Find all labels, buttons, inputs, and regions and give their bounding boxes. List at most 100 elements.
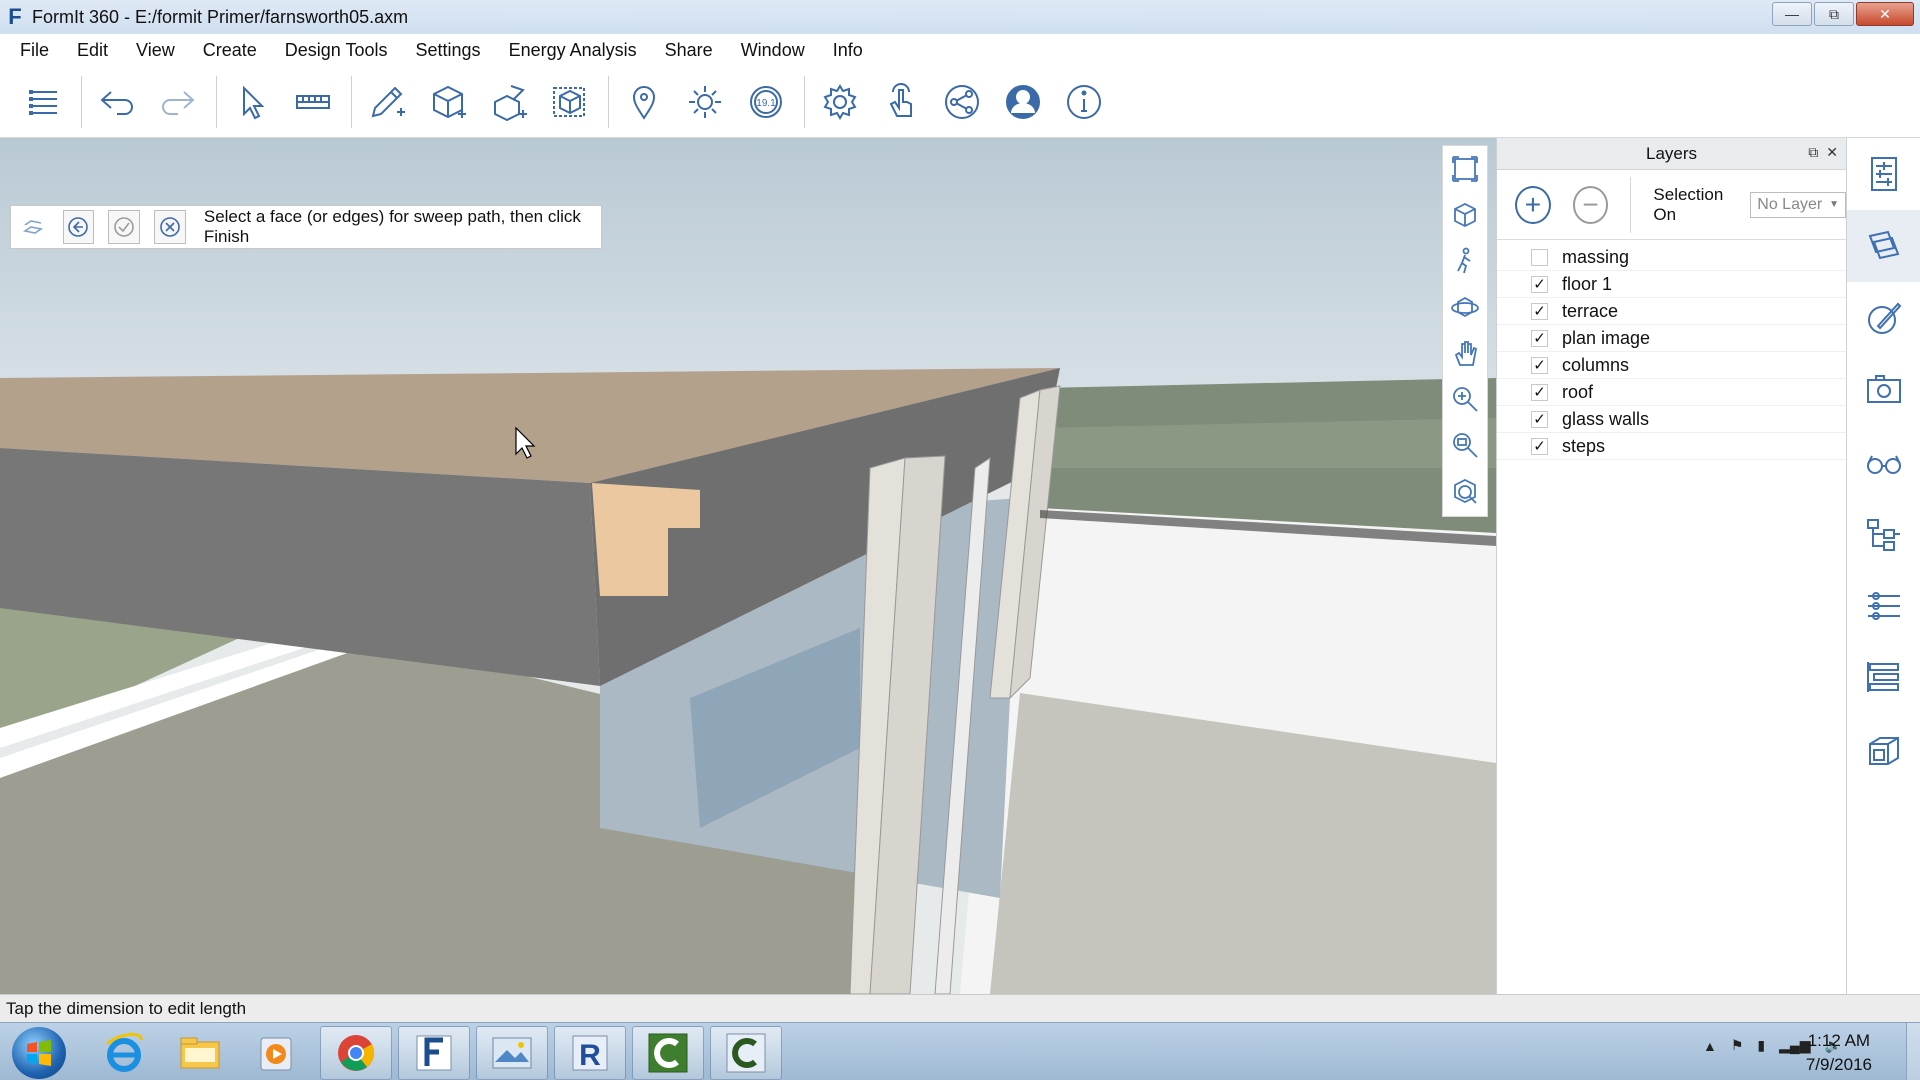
layer-row[interactable]: ✓ glass walls <box>1497 406 1846 433</box>
undock-icon[interactable]: ⧉ <box>1808 144 1818 161</box>
layers-panel-button[interactable] <box>1847 210 1920 282</box>
menu-energy-analysis[interactable]: Energy Analysis <box>495 40 651 61</box>
layer-visibility-checkbox[interactable]: ✓ <box>1531 356 1548 374</box>
layer-visibility-checkbox[interactable]: ✓ <box>1531 383 1548 401</box>
perspective-button[interactable] <box>1445 192 1485 238</box>
taskbar-ie[interactable] <box>88 1026 160 1080</box>
layer-name: roof <box>1562 381 1594 402</box>
layer-visibility-checkbox[interactable]: ✓ <box>1531 329 1548 347</box>
layer-row[interactable]: ✓ floor 1 <box>1497 271 1846 298</box>
close-panel-icon[interactable]: ✕ <box>1826 144 1838 161</box>
info-button[interactable] <box>1055 73 1113 131</box>
levels-panel-button[interactable] <box>1847 570 1920 642</box>
redo-button[interactable] <box>149 73 207 131</box>
pan-button[interactable] <box>1445 330 1485 376</box>
layer-row[interactable]: ✓ terrace <box>1497 298 1846 325</box>
zoom-window-button[interactable] <box>1445 422 1485 468</box>
layer-row[interactable]: massing <box>1497 244 1846 271</box>
group-button[interactable] <box>541 73 599 131</box>
zoom-button[interactable] <box>1445 376 1485 422</box>
system-clock[interactable]: 1:12 AM 7/9/2016 <box>1806 1029 1872 1077</box>
undo-button[interactable] <box>88 73 146 131</box>
menu-window[interactable]: Window <box>727 40 819 61</box>
finish-button[interactable] <box>108 210 141 244</box>
version-badge-button[interactable]: 19.1 <box>737 73 795 131</box>
walk-button[interactable] <box>1445 238 1485 284</box>
materials-panel-button[interactable] <box>1847 282 1920 354</box>
taskbar-chrome[interactable] <box>320 1026 392 1080</box>
taskbar-camtasia-recorder[interactable] <box>710 1026 782 1080</box>
restore-button[interactable]: ⧉ <box>1814 2 1854 26</box>
sun-button[interactable] <box>676 73 734 131</box>
tray-expand-icon[interactable]: ▲ <box>1703 1038 1717 1054</box>
back-icon <box>68 217 89 237</box>
layer-visibility-checkbox[interactable]: ✓ <box>1531 302 1548 320</box>
tape-measure-button[interactable] <box>284 73 342 131</box>
taskbar-revit[interactable]: R <box>554 1026 626 1080</box>
remove-layer-button[interactable]: − <box>1572 185 1609 224</box>
orbit-icon <box>1451 296 1479 318</box>
taskbar-explorer[interactable] <box>164 1026 236 1080</box>
layer-visibility-checkbox[interactable]: ✓ <box>1531 437 1548 455</box>
layer-name: columns <box>1562 354 1630 375</box>
select-button[interactable] <box>223 73 281 131</box>
gesture-icon <box>889 82 912 117</box>
layer-row[interactable]: ✓ steps <box>1497 433 1846 460</box>
action-center-icon[interactable]: ⚑ <box>1731 1037 1744 1054</box>
close-button[interactable]: ✕ <box>1856 2 1914 26</box>
sketch-button[interactable] <box>358 73 416 131</box>
share-button[interactable] <box>933 73 991 131</box>
toolbar-divider <box>804 75 805 128</box>
scenes-panel-button[interactable] <box>1847 354 1920 426</box>
visual-styles-panel-button[interactable] <box>1847 426 1920 498</box>
settings-button[interactable] <box>811 73 869 131</box>
layer-row[interactable]: ✓ columns <box>1497 352 1846 379</box>
layer-visibility-checkbox[interactable]: ✓ <box>1531 410 1548 428</box>
menu-file[interactable]: File <box>6 40 63 61</box>
hierarchy-panel-button[interactable] <box>1847 498 1920 570</box>
orbit-button[interactable] <box>1445 284 1485 330</box>
minimize-button[interactable]: — <box>1772 2 1812 26</box>
menu-design-tools[interactable]: Design Tools <box>271 40 402 61</box>
toolbar-divider <box>608 75 609 128</box>
back-button[interactable] <box>62 210 95 244</box>
start-button[interactable] <box>12 1027 66 1079</box>
taskbar-media[interactable] <box>240 1026 312 1080</box>
taskbar-photo-viewer[interactable] <box>476 1026 548 1080</box>
menu-button[interactable] <box>14 73 72 131</box>
menu-info[interactable]: Info <box>819 40 877 61</box>
taskbar-formit[interactable] <box>398 1026 470 1080</box>
add-layer-button[interactable]: + <box>1515 185 1551 224</box>
menu-view[interactable]: View <box>122 40 189 61</box>
model-viewport[interactable] <box>0 138 1496 994</box>
view-cube-button[interactable] <box>1445 468 1485 514</box>
zoom-extents-button[interactable] <box>1445 146 1485 192</box>
sweep-button[interactable] <box>17 210 49 244</box>
cube-add-button[interactable] <box>419 73 477 131</box>
content-library-panel-button[interactable] <box>1847 714 1920 786</box>
properties-panel-button[interactable] <box>1847 138 1920 210</box>
layer-row[interactable]: ✓ roof <box>1497 379 1846 406</box>
cancel-button[interactable] <box>154 210 186 244</box>
groups-panel-button[interactable] <box>1847 642 1920 714</box>
minus-icon: − <box>1582 188 1599 220</box>
plus-icon: + <box>1524 188 1542 220</box>
restore-icon: ⧉ <box>1829 5 1839 22</box>
show-desktop-button[interactable] <box>1906 1023 1920 1080</box>
extrude-button[interactable] <box>480 73 538 131</box>
menu-create[interactable]: Create <box>189 40 271 61</box>
layer-visibility-checkbox[interactable] <box>1531 248 1548 266</box>
layers-toolbar: + − Selection On No Layer ▼ <box>1497 170 1846 240</box>
user-button[interactable] <box>994 73 1052 131</box>
layer-row[interactable]: ✓ plan image <box>1497 325 1846 352</box>
location-button[interactable] <box>615 73 673 131</box>
power-icon[interactable]: ▮ <box>1757 1037 1765 1054</box>
taskbar-camtasia[interactable] <box>632 1026 704 1080</box>
gesture-button[interactable] <box>872 73 930 131</box>
menu-edit[interactable]: Edit <box>63 40 122 61</box>
menu-settings[interactable]: Settings <box>402 40 495 61</box>
menu-share[interactable]: Share <box>651 40 727 61</box>
layer-visibility-checkbox[interactable]: ✓ <box>1531 275 1548 293</box>
layers-panel: Layers ⧉ ✕ + − Selection On No Layer ▼ m… <box>1496 138 1846 994</box>
selection-layer-select[interactable]: No Layer ▼ <box>1750 191 1846 218</box>
